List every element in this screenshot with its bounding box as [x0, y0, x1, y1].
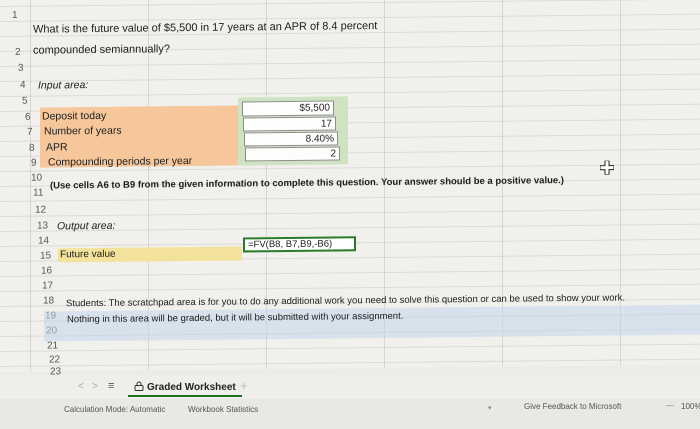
- workbook-statistics-button[interactable]: Workbook Statistics: [188, 405, 258, 414]
- deposit-today-cell[interactable]: $5,500: [242, 100, 334, 117]
- give-feedback-button[interactable]: Give Feedback to Microsoft: [524, 402, 621, 411]
- tab-prev-button[interactable]: <: [78, 381, 84, 392]
- chevron-down-icon: ▾: [488, 405, 492, 412]
- label-number-of-years[interactable]: Number of years: [44, 125, 122, 138]
- tab-next-button[interactable]: >: [92, 381, 98, 392]
- output-area-heading[interactable]: Output area:: [57, 220, 115, 233]
- status-bar: Calculation Mode: Automatic Workbook Sta…: [0, 399, 700, 429]
- lock-icon: [134, 381, 144, 391]
- label-compounding-periods[interactable]: Compounding periods per year: [48, 155, 192, 169]
- sheet-list-menu-button[interactable]: ≡: [108, 380, 114, 392]
- label-future-value[interactable]: Future value: [60, 249, 116, 261]
- row-header-7[interactable]: 7: [27, 127, 33, 138]
- row-header-4[interactable]: 4: [20, 80, 26, 91]
- number-of-years-cell[interactable]: 17: [243, 116, 336, 132]
- row-header-22[interactable]: 22: [49, 354, 60, 365]
- sheet-tab-bar: < > ≡ Graded Worksheet +: [0, 375, 700, 399]
- instruction-text[interactable]: (Use cells A6 to B9 from the given infor…: [50, 175, 564, 191]
- row-header-17[interactable]: 17: [42, 280, 53, 291]
- row-header-10[interactable]: 10: [31, 173, 42, 184]
- tab-graded-worksheet-label: Graded Worksheet: [147, 382, 236, 393]
- row-header-13[interactable]: 13: [37, 220, 48, 231]
- apr-cell[interactable]: 8.40%: [244, 131, 338, 147]
- row-header-3[interactable]: 3: [18, 63, 24, 74]
- future-value-formula-cell[interactable]: =FV(B8, B7,B9,-B6): [243, 236, 356, 253]
- row-header-1[interactable]: 1: [12, 10, 18, 21]
- cell-cursor-icon: [600, 160, 614, 175]
- zoom-out-button[interactable]: —: [666, 401, 674, 410]
- row-header-11[interactable]: 11: [33, 188, 43, 199]
- calculation-mode-status[interactable]: Calculation Mode: Automatic: [64, 405, 165, 414]
- question-line-1[interactable]: What is the future value of $5,500 in 17…: [33, 20, 377, 36]
- row-header-2[interactable]: 2: [15, 47, 21, 58]
- row-header-9[interactable]: 9: [31, 158, 37, 169]
- row-header-5[interactable]: 5: [22, 96, 28, 107]
- tab-graded-worksheet[interactable]: Graded Worksheet: [128, 379, 242, 397]
- row-header-16[interactable]: 16: [41, 265, 52, 276]
- label-deposit-today[interactable]: Deposit today: [42, 110, 106, 123]
- row-header-6[interactable]: 6: [25, 112, 31, 123]
- row-header-8[interactable]: 8: [29, 143, 35, 154]
- zoom-level[interactable]: 100%: [681, 402, 700, 411]
- question-line-2[interactable]: compounded semiannually?: [33, 43, 170, 56]
- add-sheet-button[interactable]: +: [240, 378, 248, 393]
- compounding-periods-cell[interactable]: 2: [245, 146, 340, 162]
- spreadsheet-grid[interactable]: 1 2 3 4 5 6 7 8 9 10 11 12 13 14 15 16 1…: [0, 0, 700, 377]
- row-header-15[interactable]: 15: [40, 250, 51, 261]
- row-header-12[interactable]: 12: [35, 205, 46, 216]
- row-header-18[interactable]: 18: [43, 295, 54, 306]
- row-header-14[interactable]: 14: [38, 235, 49, 246]
- row-header-21[interactable]: 21: [47, 340, 58, 351]
- input-area-heading[interactable]: Input area:: [38, 79, 88, 92]
- label-apr[interactable]: APR: [46, 141, 68, 153]
